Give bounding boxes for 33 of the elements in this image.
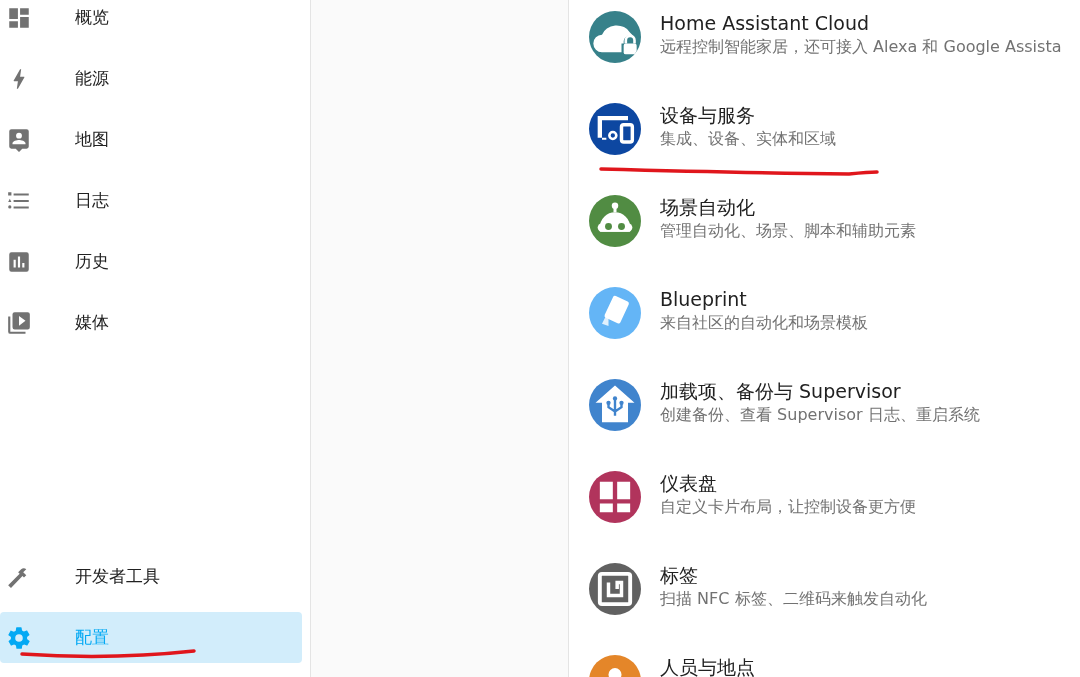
settings-item[interactable]: 人员与地点 — [569, 635, 1080, 677]
sidebar-item[interactable]: 地图 — [0, 114, 302, 165]
item-title: Blueprint — [660, 288, 748, 310]
settings-item[interactable]: 场景自动化 管理自动化、场景、脚本和辅助元素 — [569, 175, 1080, 267]
settings-item[interactable]: Blueprint 来自社区的自动化和场景模板 — [569, 267, 1080, 359]
item-description: 来自社区的自动化和场景模板 — [660, 313, 868, 334]
item-description: 自定义卡片布局，让控制设备更方便 — [660, 497, 916, 518]
item-title: 场景自动化 — [660, 196, 756, 218]
settings-item[interactable]: 设备与服务 集成、设备、实体和区域 — [569, 83, 1080, 175]
sidebar-item[interactable]: 日志 — [0, 175, 302, 226]
item-title: 人员与地点 — [660, 656, 755, 677]
person-pin-icon — [6, 126, 32, 153]
settings-item[interactable]: Home Assistant Cloud 远程控制智能家居，还可接入 Alexa 和 Google Assista — [569, 0, 1080, 83]
sidebar-item[interactable]: 媒体 — [0, 297, 302, 348]
sidebar-item[interactable]: 概览 — [0, 0, 302, 43]
play-icon — [6, 309, 32, 336]
item-description: 扫描 NFC 标签、二维码来触发自动化 — [660, 589, 927, 610]
item-title: 设备与服务 — [660, 104, 756, 126]
item-title: 加载项、备份与 Supervisor — [660, 380, 902, 402]
sidebar-item[interactable]: 开发者工具 — [0, 551, 302, 602]
item-title: 标签 — [660, 564, 699, 586]
item-description: 管理自动化、场景、脚本和辅助元素 — [660, 221, 916, 242]
settings-item[interactable]: 加载项、备份与 Supervisor 创建备份、查看 Supervisor 日志、重启系统 — [569, 359, 1080, 451]
item-title: 仪表盘 — [660, 472, 718, 494]
settings-icon — [6, 624, 32, 651]
settings-item[interactable]: 标签 扫描 NFC 标签、二维码来触发自动化 — [569, 543, 1080, 635]
settings-item[interactable]: 仪表盘 自定义卡片布局，让控制设备更方便 — [569, 451, 1080, 543]
sidebar-item[interactable]: 能源 — [0, 53, 302, 104]
item-description: 集成、设备、实体和区域 — [660, 129, 836, 150]
sidebar-item[interactable]: 历史 — [0, 236, 302, 287]
item-description: 创建备份、查看 Supervisor 日志、重启系统 — [660, 405, 980, 426]
item-title: Home Assistant Cloud — [660, 12, 871, 34]
item-description: 远程控制智能家居，还可接入 Alexa 和 Google Assista — [660, 37, 1062, 58]
